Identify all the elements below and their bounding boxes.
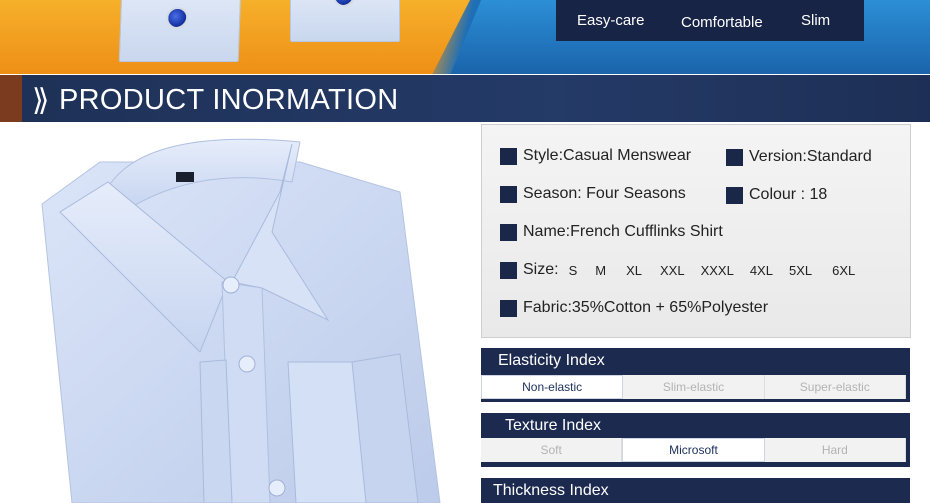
info-season-text: Season: Four Seasons bbox=[523, 185, 686, 202]
texture-option-microsoft: Microsoft bbox=[622, 438, 765, 462]
shirt-cuff-image bbox=[290, 0, 400, 42]
texture-index-panel: Texture Index Soft Microsoft Hard bbox=[481, 413, 910, 467]
info-name: Name:French Cufflinks Shirt bbox=[500, 223, 723, 241]
product-page: Easy-care Comfortable Slim ⟩⟩ PRODUCT IN… bbox=[0, 0, 930, 503]
product-info-box: Style:Casual Menswear Version:Standard S… bbox=[481, 124, 911, 338]
bullet-square-icon bbox=[500, 147, 517, 165]
bullet-square-icon bbox=[500, 261, 517, 279]
info-version-text: Version:Standard bbox=[749, 148, 872, 165]
bullet-square-icon bbox=[500, 299, 517, 317]
size-option: XL bbox=[626, 262, 642, 278]
shirt-illustration bbox=[41, 138, 441, 503]
size-option: M bbox=[595, 262, 607, 278]
bullet-square-icon bbox=[726, 148, 743, 166]
bullet-square-icon bbox=[500, 223, 517, 241]
texture-option-soft: Soft bbox=[481, 438, 623, 462]
cufflink-icon bbox=[333, 0, 355, 7]
info-version: Version:Standard bbox=[726, 148, 872, 166]
elasticity-index-panel: Elasticity Index Non-elastic Slim-elasti… bbox=[481, 348, 910, 402]
info-size-label: Size: bbox=[523, 261, 559, 278]
feature-comfortable: Comfortable bbox=[681, 14, 763, 31]
elasticity-index-title: Elasticity Index bbox=[498, 352, 605, 369]
info-season: Season: Four Seasons bbox=[500, 185, 686, 203]
info-style-text: Style:Casual Menswear bbox=[523, 147, 692, 164]
info-colour-text: Colour : 18 bbox=[749, 186, 828, 203]
thickness-index-title: Thickness Index bbox=[493, 482, 609, 499]
elasticity-option-non-elastic: Non-elastic bbox=[481, 375, 624, 399]
section-accent-stripe bbox=[0, 75, 22, 122]
size-option: S bbox=[568, 262, 578, 278]
size-option: XXL bbox=[660, 262, 685, 278]
texture-option-hard: Hard bbox=[765, 438, 906, 462]
info-style: Style:Casual Menswear bbox=[500, 147, 691, 165]
texture-index-bar: Soft Microsoft Hard bbox=[481, 438, 906, 462]
feature-slim: Slim bbox=[801, 12, 831, 29]
feature-easy-care: Easy-care bbox=[577, 12, 645, 29]
top-banner: Easy-care Comfortable Slim bbox=[0, 0, 930, 74]
bullet-square-icon bbox=[500, 185, 517, 203]
elasticity-option-slim-elastic: Slim-elastic bbox=[623, 375, 765, 399]
size-option: 4XL bbox=[749, 262, 773, 278]
info-colour: Colour : 18 bbox=[726, 186, 827, 204]
cufflink-icon bbox=[165, 7, 189, 29]
thickness-index-panel: Thickness Index bbox=[481, 478, 910, 503]
elasticity-option-super-elastic: Super-elastic bbox=[765, 375, 906, 399]
section-title: PRODUCT INORMATION bbox=[59, 84, 399, 116]
shirt-product-image bbox=[0, 122, 478, 503]
feature-strip: Easy-care Comfortable Slim bbox=[556, 0, 864, 41]
info-size: Size: S M XL XXL XXXL 4XL 5XL 6XL bbox=[500, 261, 855, 279]
size-option: 5XL bbox=[788, 262, 813, 278]
size-list: S M XL XXL XXXL 4XL 5XL 6XL bbox=[565, 263, 856, 278]
bullet-square-icon bbox=[726, 186, 743, 204]
texture-index-title: Texture Index bbox=[505, 417, 602, 434]
size-option: XXXL bbox=[700, 262, 734, 278]
size-option: 6XL bbox=[832, 262, 856, 278]
elasticity-index-bar: Non-elastic Slim-elastic Super-elastic bbox=[481, 375, 906, 399]
info-fabric-text: Fabric:35%Cotton + 65%Polyester bbox=[523, 299, 769, 316]
section-header: ⟩⟩ PRODUCT INORMATION bbox=[0, 75, 930, 122]
info-name-text: Name:French Cufflinks Shirt bbox=[523, 223, 723, 240]
shirt-cuff-image bbox=[118, 0, 242, 62]
double-chevron-icon: ⟩⟩ bbox=[32, 84, 50, 117]
info-fabric: Fabric:35%Cotton + 65%Polyester bbox=[500, 299, 768, 317]
